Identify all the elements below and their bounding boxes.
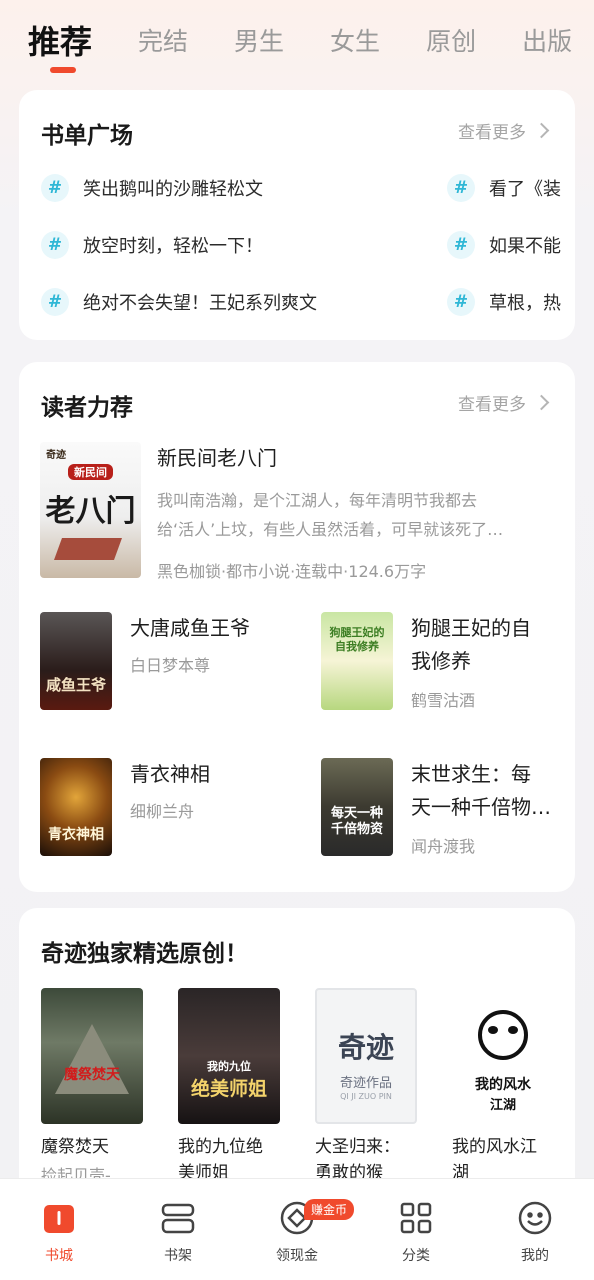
featured-book-desc-line1: 我叫南浩瀚，是个江湖人，每年清明节我都去 (157, 491, 478, 510)
cover-subtitle: 江湖 (489, 1098, 516, 1113)
nav-label: 书架 (164, 1248, 192, 1264)
panda-eye-art (508, 1026, 518, 1034)
nav-get-cash[interactable]: 领现金 (247, 1179, 347, 1280)
booklist-item-label: 笑出鹅叫的沙雕轻松文 (83, 179, 263, 200)
cover-title: 绝美师姐 (190, 1078, 267, 1100)
more-label: 查看更多 (458, 395, 526, 415)
booklist-item-label: 看了《装 (489, 179, 561, 200)
booklist-item-label: 草根，热 (489, 293, 561, 314)
book-cover[interactable]: 每天一种千倍物资 (321, 758, 393, 856)
booklist-item[interactable]: # 笑出鹅叫的沙雕轻松文 (41, 174, 263, 202)
booklist-more-button[interactable]: 查看更多 (458, 118, 550, 143)
book-title-line1[interactable]: 我的九位绝 (178, 1134, 288, 1160)
hash-icon: # (447, 231, 475, 259)
book-title[interactable]: 魔祭焚天 (41, 1134, 151, 1160)
cover-title: 我的风水 (475, 1077, 531, 1093)
book-title[interactable]: 青衣神相 (130, 758, 210, 791)
book-title-line1[interactable]: 我的风水江 (452, 1134, 562, 1160)
booklist-item-label: 放空时刻，轻松一下！ (83, 236, 263, 257)
featured-book-title[interactable]: 新民间老八门 (157, 442, 277, 475)
book-cover[interactable]: 青衣神相 (40, 758, 112, 856)
hash-icon: # (41, 288, 69, 316)
grid-icon (397, 1199, 435, 1237)
cover-building-art (53, 538, 123, 560)
nav-label: 我的 (521, 1248, 549, 1264)
book-author: 细柳兰舟 (130, 802, 195, 821)
cover-title: 狗腿王妃的自我修养 (329, 626, 385, 653)
book-cover[interactable]: 奇迹 奇迹作品 QI JI ZUO PIN (315, 988, 417, 1124)
nav-profile[interactable]: 我的 (485, 1179, 585, 1280)
originals-card: 奇迹独家精选原创！ 魔祭焚天 魔祭焚天 捡起贝壳- 我的九位 绝美师姐 我的九位… (19, 908, 575, 1208)
cover-title: 咸鱼王爷 (45, 676, 106, 694)
book-open-icon (40, 1199, 78, 1237)
originals-title: 奇迹独家精选原创！ (41, 941, 248, 967)
cover-brand: 奇迹 (46, 450, 66, 461)
booklist-title: 书单广场 (41, 123, 133, 149)
cover-subtitle: 我的九位 (207, 1060, 251, 1073)
book-title[interactable]: 大唐咸鱼王爷 (130, 612, 250, 645)
smiley-icon (516, 1199, 554, 1237)
booklist-item[interactable]: # 草根，热 (447, 288, 561, 316)
nav-category[interactable]: 分类 (366, 1179, 466, 1280)
cover-subtitle: 新民间 (68, 464, 113, 480)
booklist-item-label: 如果不能 (489, 236, 561, 257)
panda-face-art (478, 1010, 528, 1060)
top-tab-bar: 推荐 完结 男生 女生 原创 出版 (0, 0, 594, 80)
hash-icon: # (41, 231, 69, 259)
book-cover[interactable]: 奇迹 新民间 老八门 (40, 442, 141, 578)
book-title-line1[interactable]: 狗腿王妃的自 (411, 612, 531, 645)
book-cover[interactable]: 咸鱼王爷 (40, 612, 112, 710)
book-cover[interactable]: 我的风水 江湖 (452, 988, 554, 1124)
book-author: 白日梦本尊 (130, 656, 211, 675)
booklist-item[interactable]: # 如果不能 (447, 231, 561, 259)
tab-recommend[interactable]: 推荐 (28, 17, 92, 73)
cover-title: 老八门 (45, 494, 136, 529)
more-label: 查看更多 (458, 123, 526, 143)
chevron-right-icon (533, 122, 550, 139)
tab-completed[interactable]: 完结 (138, 22, 188, 58)
panda-eye-art (488, 1026, 498, 1034)
nav-bookstore[interactable]: 书城 (9, 1179, 109, 1280)
tab-male[interactable]: 男生 (234, 22, 284, 58)
tab-publish[interactable]: 出版 (522, 22, 572, 58)
cover-subtitle: 奇迹作品 (339, 1076, 392, 1091)
featured-book-desc-line2: 给‘活人’上坟，有些人虽然活着，可早就该死了… (157, 520, 504, 539)
nav-label: 领现金 (276, 1248, 318, 1264)
book-author: 闻舟渡我 (411, 837, 476, 856)
booklist-item[interactable]: # 放空时刻，轻松一下！ (41, 231, 263, 259)
cover-title: 魔祭焚天 (64, 1067, 120, 1083)
bottom-nav: 书城 书架 领现金 分类 我的 赚金币 (0, 1178, 594, 1280)
cover-title: 奇迹 (337, 1031, 394, 1064)
hash-icon: # (447, 288, 475, 316)
hash-icon: # (447, 174, 475, 202)
reader-more-button[interactable]: 查看更多 (458, 390, 550, 415)
cover-title: 每天一种千倍物资 (330, 806, 383, 837)
book-cover[interactable]: 我的九位 绝美师姐 (178, 988, 280, 1124)
nav-bookshelf[interactable]: 书架 (128, 1179, 228, 1280)
nav-label: 书城 (45, 1248, 73, 1264)
bookshelf-icon (159, 1199, 197, 1237)
booklist-item[interactable]: # 看了《装 (447, 174, 561, 202)
reader-title: 读者力荐 (41, 395, 133, 421)
book-author: 鹤雪沽酒 (411, 691, 476, 710)
tab-female[interactable]: 女生 (330, 22, 380, 58)
book-title-line2[interactable]: 我修养 (411, 645, 471, 678)
tab-original[interactable]: 原创 (426, 22, 476, 58)
featured-book-meta: 黑色枷锁·都市小说·连载中·124.6万字 (157, 562, 427, 581)
cover-title: 青衣神相 (48, 827, 104, 843)
booklist-card: 书单广场 查看更多 # 笑出鹅叫的沙雕轻松文 # 看了《装 # 放空时刻，轻松一… (19, 90, 575, 340)
booklist-item[interactable]: # 绝对不会失望！王妃系列爽文 (41, 288, 317, 316)
nav-label: 分类 (402, 1248, 430, 1264)
hash-icon: # (41, 174, 69, 202)
reader-card: 读者力荐 查看更多 奇迹 新民间 老八门 新民间老八门 我叫南浩瀚，是个江湖人，… (19, 362, 575, 892)
chevron-right-icon (533, 394, 550, 411)
book-title-line1[interactable]: 末世求生：每 (411, 758, 531, 791)
booklist-item-label: 绝对不会失望！王妃系列爽文 (83, 293, 317, 314)
book-cover[interactable]: 狗腿王妃的自我修养 (321, 612, 393, 710)
earn-coins-badge: 赚金币 (304, 1199, 355, 1220)
cover-pinyin: QI JI ZUO PIN (340, 1092, 392, 1101)
book-cover[interactable]: 魔祭焚天 (41, 988, 143, 1124)
book-title-line2[interactable]: 天一种千倍物… (411, 791, 551, 824)
book-title-line1[interactable]: 大圣归来： (315, 1134, 425, 1160)
